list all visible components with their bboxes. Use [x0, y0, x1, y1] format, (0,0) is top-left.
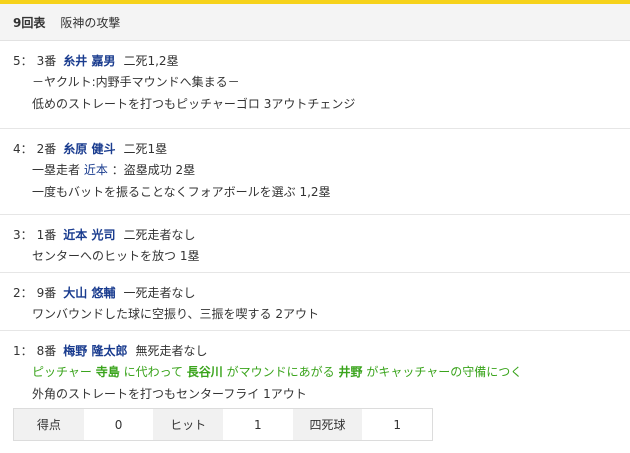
runner-line: 一塁走者 近本 ：盗塁成功 2塁 — [13, 159, 617, 181]
batter-name: 近本 光司 — [63, 227, 116, 242]
change-text: がマウンドにあがる — [226, 365, 335, 379]
play-number: 1： — [13, 343, 33, 358]
play-entry: 2： 9番 大山 悠輔 一死走者なし ワンバウンドした球に空振り、三振を喫する … — [0, 273, 630, 331]
play-text: ワンバウンドした球に空振り、三振を喫する 2アウト — [32, 307, 319, 321]
play-text: －ヤクルト:内野手マウンドへ集まる－ — [32, 75, 240, 89]
play-number: 2： — [13, 285, 33, 300]
inning-label: 9回表 — [13, 15, 46, 30]
situation: 一死走者なし — [123, 285, 196, 300]
batting-order: 3番 — [36, 53, 57, 68]
play-number: 5： — [13, 53, 33, 68]
batting-order: 9番 — [36, 285, 57, 300]
play-entry: 3： 1番 近本 光司 二死走者なし センターへのヒットを放つ 1塁 — [0, 215, 630, 273]
situation: 二死走者なし — [123, 227, 196, 242]
inning-header: 9回表 阪神の攻撃 — [0, 4, 630, 41]
entry-head: 4： 2番 糸原 健斗 二死1塁 — [13, 137, 617, 159]
entry-head: 1： 8番 梅野 隆太郎 無死走者なし — [13, 339, 617, 361]
batting-order: 1番 — [36, 227, 57, 242]
play-entry: 1： 8番 梅野 隆太郎 無死走者なし ピッチャー 寺島 に代わって 長谷川 が… — [0, 331, 630, 411]
incoming-pitcher: 長谷川 — [186, 365, 223, 379]
player-change-line: ピッチャー 寺島 に代わって 長谷川 がマウンドにあがる 井野 がキャッチャーの… — [13, 361, 617, 383]
runs-label: 得点 — [14, 409, 84, 440]
walks-value: 1 — [362, 409, 433, 440]
play-text: 一度もバットを振ることなくフォアボールを選ぶ 1,2塁 — [32, 185, 331, 199]
play-text: センターへのヒットを放つ 1塁 — [32, 249, 200, 263]
batting-order: 8番 — [36, 343, 57, 358]
hits-value: 1 — [223, 409, 293, 440]
runs-value: 0 — [83, 409, 154, 440]
play-by-play-list: 5： 3番 糸井 嘉男 二死1,2塁 －ヤクルト:内野手マウンドへ集まる－ 低め… — [0, 41, 630, 411]
entry-head: 2： 9番 大山 悠輔 一死走者なし — [13, 281, 617, 303]
inning-team: 阪神の攻撃 — [60, 15, 121, 30]
runner-result: ：盗塁成功 2塁 — [111, 163, 196, 177]
play-text: 低めのストレートを打つもピッチャーゴロ 3アウトチェンジ — [32, 97, 356, 111]
situation: 二死1塁 — [123, 141, 168, 156]
runner-prefix: 一塁走者 — [32, 163, 81, 177]
situation: 二死1,2塁 — [123, 53, 179, 68]
change-text: がキャッチャーの守備につく — [366, 365, 523, 379]
entry-head: 3： 1番 近本 光司 二死走者なし — [13, 223, 617, 245]
batting-order: 2番 — [36, 141, 57, 156]
situation: 無死走者なし — [135, 343, 208, 358]
change-text: ピッチャー — [32, 365, 92, 379]
entry-head: 5： 3番 糸井 嘉男 二死1,2塁 — [13, 49, 617, 71]
batter-name: 糸井 嘉男 — [63, 53, 116, 68]
play-entry: 4： 2番 糸原 健斗 二死1塁 一塁走者 近本 ：盗塁成功 2塁 一度もバット… — [0, 129, 630, 215]
batter-name: 糸原 健斗 — [63, 141, 116, 156]
play-number: 4： — [13, 141, 33, 156]
inning-summary: 得点 0 ヒット 1 四死球 1 — [13, 408, 433, 441]
play-number: 3： — [13, 227, 33, 242]
incoming-catcher: 井野 — [338, 365, 363, 379]
runner-name: 近本 — [83, 163, 108, 177]
outgoing-pitcher: 寺島 — [95, 365, 120, 379]
play-text: 外角のストレートを打つもセンターフライ 1アウト — [32, 387, 307, 401]
walks-label: 四死球 — [292, 409, 363, 440]
play-entry: 5： 3番 糸井 嘉男 二死1,2塁 －ヤクルト:内野手マウンドへ集まる－ 低め… — [0, 41, 630, 129]
change-text: に代わって — [123, 365, 183, 379]
hits-label: ヒット — [153, 409, 224, 440]
batter-name: 大山 悠輔 — [63, 285, 116, 300]
batter-name: 梅野 隆太郎 — [63, 343, 128, 358]
